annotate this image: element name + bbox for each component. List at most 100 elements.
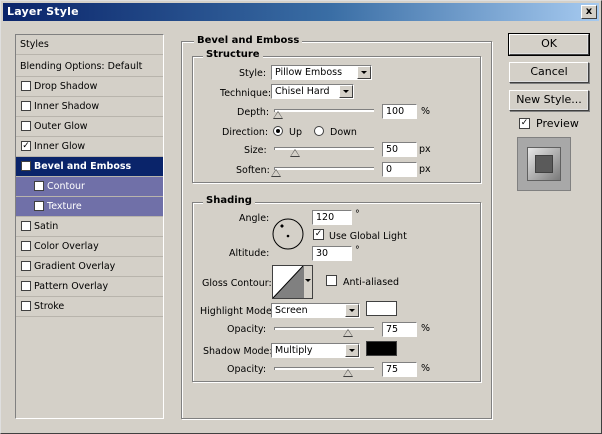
style-item-drop-shadow[interactable]: Drop Shadow <box>16 77 163 97</box>
style-item-gradient-overlay[interactable]: Gradient Overlay <box>16 257 163 277</box>
angle-dial[interactable] <box>271 217 305 251</box>
technique-select[interactable]: Chisel Hard <box>271 84 354 99</box>
highlight-opacity-slider[interactable] <box>274 327 374 337</box>
style-item-texture[interactable]: Texture <box>16 197 163 217</box>
soften-input[interactable]: 0 <box>382 162 417 177</box>
window-title: Layer Style <box>7 5 79 18</box>
ok-button[interactable]: OK <box>508 33 590 56</box>
cancel-button[interactable]: Cancel <box>509 62 589 83</box>
anti-aliased-label: Anti-aliased <box>343 277 400 288</box>
size-input[interactable]: 50 <box>382 142 417 157</box>
gloss-contour-label: Gloss Contour: <box>202 278 272 289</box>
depth-slider[interactable] <box>272 109 374 119</box>
angle-label: Angle: <box>239 213 270 224</box>
soften-label: Soften: <box>236 165 270 176</box>
style-item-checkbox[interactable] <box>34 201 44 211</box>
style-item-checkbox[interactable] <box>21 241 31 251</box>
technique-select-value: Chisel Hard <box>275 86 330 97</box>
direction-label: Direction: <box>222 127 269 138</box>
style-item-label: Outer Glow <box>34 121 88 132</box>
soften-slider[interactable] <box>271 167 374 177</box>
shadow-opacity-slider[interactable] <box>274 367 374 377</box>
chevron-down-icon[interactable] <box>339 85 353 98</box>
style-item-checkbox[interactable]: ✓ <box>21 161 31 171</box>
direction-down-radio[interactable] <box>314 126 324 136</box>
highlight-mode-label: Highlight Mode: <box>200 306 275 317</box>
style-item-outer-glow[interactable]: Outer Glow <box>16 117 163 137</box>
chevron-down-icon[interactable] <box>303 266 312 298</box>
shadow-opacity-label: Opacity: <box>227 364 267 375</box>
title-bar[interactable]: Layer Style x <box>3 3 599 21</box>
altitude-label: Altitude: <box>229 248 270 259</box>
style-select-value: Pillow Emboss <box>275 67 343 78</box>
style-item-bevel-and-emboss[interactable]: ✓ Bevel and Emboss <box>16 157 163 177</box>
technique-label: Technique: <box>220 88 272 99</box>
styles-header[interactable]: Styles <box>16 35 163 55</box>
shadow-opacity-input[interactable]: 75 <box>382 362 417 377</box>
size-slider[interactable] <box>274 147 374 157</box>
style-item-checkbox[interactable] <box>21 81 31 91</box>
shadow-color-swatch[interactable] <box>366 341 397 356</box>
style-item-contour[interactable]: Contour <box>16 177 163 197</box>
style-item-checkbox[interactable] <box>21 261 31 271</box>
style-item-label: Color Overlay <box>34 241 99 252</box>
style-item-label: Inner Shadow <box>34 101 100 112</box>
depth-label: Depth: <box>237 107 270 118</box>
style-item-color-overlay[interactable]: Color Overlay <box>16 237 163 257</box>
style-item-pattern-overlay[interactable]: Pattern Overlay <box>16 277 163 297</box>
style-item-label: Satin <box>34 221 59 232</box>
style-item-inner-glow[interactable]: ✓ Inner Glow <box>16 137 163 157</box>
chevron-down-icon[interactable] <box>345 304 359 317</box>
shadow-opacity-thumb[interactable] <box>343 369 353 377</box>
anti-aliased-checkbox[interactable] <box>326 275 337 286</box>
style-item-checkbox[interactable] <box>34 181 44 191</box>
shadow-mode-select[interactable]: Multiply <box>271 343 360 358</box>
style-item-inner-shadow[interactable]: Inner Shadow <box>16 97 163 117</box>
blending-options-item[interactable]: Blending Options: Default <box>16 57 163 77</box>
shading-title: Shading <box>203 195 255 206</box>
style-item-label: Bevel and Emboss <box>34 161 132 172</box>
style-item-checkbox[interactable] <box>21 121 31 131</box>
depth-slider-thumb[interactable] <box>272 111 283 119</box>
angle-unit: ° <box>355 209 360 220</box>
style-item-checkbox[interactable] <box>21 221 31 231</box>
bevel-emboss-title: Bevel and Emboss <box>194 35 303 46</box>
shadow-mode-label: Shadow Mode: <box>203 346 273 357</box>
preview-checkbox[interactable]: ✓ <box>519 118 530 129</box>
use-global-light-checkbox[interactable]: ✓ <box>313 229 324 240</box>
altitude-unit: ° <box>355 245 360 256</box>
angle-input[interactable]: 120 <box>312 210 352 225</box>
style-item-checkbox[interactable] <box>21 301 31 311</box>
style-item-checkbox[interactable]: ✓ <box>21 141 31 151</box>
soften-slider-thumb[interactable] <box>271 169 281 177</box>
style-item-stroke[interactable]: Stroke <box>16 297 163 317</box>
gloss-contour-picker[interactable] <box>272 265 313 299</box>
size-label: Size: <box>244 145 267 156</box>
size-slider-thumb[interactable] <box>290 149 301 157</box>
highlight-opacity-label: Opacity: <box>227 324 267 335</box>
style-item-label: Gradient Overlay <box>34 261 116 272</box>
highlight-opacity-thumb[interactable] <box>343 329 353 337</box>
style-item-label: Stroke <box>34 301 65 312</box>
style-item-satin[interactable]: Satin <box>16 217 163 237</box>
style-item-checkbox[interactable] <box>21 101 31 111</box>
blending-options-label: Blending Options: Default <box>20 61 143 72</box>
close-button[interactable]: x <box>581 5 597 19</box>
style-select[interactable]: Pillow Emboss <box>271 65 372 80</box>
highlight-color-swatch[interactable] <box>366 301 397 316</box>
new-style-button[interactable]: New Style... <box>509 90 589 111</box>
style-label: Style: <box>239 68 267 79</box>
chevron-down-icon[interactable] <box>357 66 371 79</box>
style-item-checkbox[interactable] <box>21 281 31 291</box>
structure-title: Structure <box>203 49 263 60</box>
highlight-mode-value: Screen <box>275 305 308 316</box>
depth-input[interactable]: 100 <box>382 104 417 119</box>
chevron-down-icon[interactable] <box>345 344 359 357</box>
altitude-input[interactable]: 30 <box>312 246 352 261</box>
style-item-label: Pattern Overlay <box>34 281 109 292</box>
style-item-label: Contour <box>47 181 85 192</box>
highlight-mode-select[interactable]: Screen <box>271 303 360 318</box>
direction-up-radio[interactable] <box>273 126 283 136</box>
highlight-opacity-input[interactable]: 75 <box>382 322 417 337</box>
preview-label: Preview <box>536 117 579 130</box>
